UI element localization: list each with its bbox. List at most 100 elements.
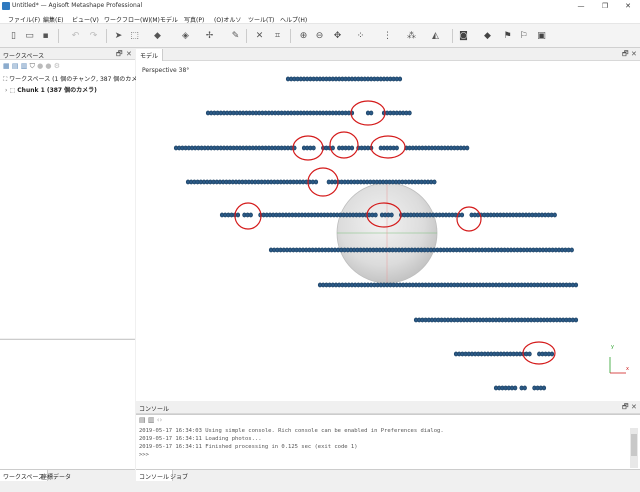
shape-draw-icon[interactable]: ◆: [152, 31, 163, 42]
camera-marker[interactable]: [330, 145, 335, 151]
scrollbar-thumb[interactable]: [631, 434, 637, 456]
camera-marker[interactable]: [369, 110, 374, 116]
console-title: コンソール: [139, 406, 170, 413]
menu-help[interactable]: ヘルプ(H): [280, 15, 307, 24]
save-log-icon[interactable]: ▤: [139, 416, 146, 424]
title-bar: Untitled* — Agisoft Metashape Profession…: [0, 0, 640, 12]
console-scrollbar[interactable]: [630, 428, 638, 468]
menu-bar: ファイル(F) 編集(E) ビュー(V) ワークフロー(W) (M)モデル 写真…: [0, 12, 640, 24]
camera-marker[interactable]: [522, 385, 527, 391]
cameras-toggle-icon[interactable]: ⁘: [355, 31, 366, 42]
image-icon[interactable]: ▣: [536, 31, 547, 42]
rectangle-selection-icon[interactable]: ⬚: [129, 31, 140, 42]
menu-photo[interactable]: 写真(P): [184, 15, 204, 24]
camera-marker[interactable]: [311, 145, 316, 151]
open-icon[interactable]: ▭: [24, 31, 35, 42]
tab-reference[interactable]: 座標データ: [41, 472, 71, 481]
camera-marker[interactable]: [573, 317, 579, 323]
zoom-in-icon[interactable]: ⊕: [298, 31, 309, 42]
run-script-icon[interactable]: ‹›: [157, 416, 163, 424]
camera-marker[interactable]: [248, 212, 253, 218]
zoom-out-icon[interactable]: ⊖: [314, 31, 325, 42]
camera-marker[interactable]: [397, 76, 403, 82]
chunk-item[interactable]: › ⬚ Chunk 1 (387 個のカメラ): [5, 85, 97, 94]
model-viewport[interactable]: Perspective 38° y x: [136, 61, 640, 401]
axis-x-label: x: [626, 366, 629, 372]
move-icon[interactable]: ✥: [332, 31, 343, 42]
minimize-button[interactable]: —: [570, 0, 592, 12]
camera-marker[interactable]: [569, 247, 574, 253]
window-title: Untitled* — Agisoft Metashape Profession…: [12, 2, 143, 9]
console-prompt[interactable]: >>>: [139, 452, 149, 458]
menu-workflow[interactable]: ワークフロー(W): [104, 15, 151, 24]
workspace-root-item[interactable]: ⛶ ワークスペース (1 個のチャンク, 387 個のカメラ): [3, 74, 146, 84]
axis-gizmo: [609, 357, 626, 374]
ruler-icon[interactable]: ✢: [204, 31, 215, 42]
camera-marker[interactable]: [235, 212, 241, 218]
camera-marker[interactable]: [389, 212, 394, 218]
maximize-button[interactable]: ❐: [594, 0, 616, 12]
chunk-icon: ⬚: [9, 87, 16, 94]
pencil-icon[interactable]: ✎: [230, 31, 241, 42]
camera-marker[interactable]: [573, 282, 579, 288]
delete-selection-icon[interactable]: ✕: [254, 31, 265, 42]
menu-tools[interactable]: ツール(T): [248, 15, 274, 24]
camera-marker[interactable]: [313, 179, 319, 185]
navigation-cursor-icon[interactable]: ➤: [113, 31, 124, 42]
dense-cloud-icon[interactable]: ⁂: [406, 31, 417, 42]
redo-icon[interactable]: ↷: [88, 31, 99, 42]
add-photos-icon[interactable]: ▤: [12, 62, 19, 70]
camera-marker[interactable]: [407, 110, 412, 116]
float-pane-icon[interactable]: 🗗: [622, 50, 629, 61]
camera-marker[interactable]: [527, 351, 532, 357]
camera-marker[interactable]: [465, 145, 470, 151]
enable-icon[interactable]: ●: [37, 62, 43, 70]
points-icon[interactable]: ⋮: [382, 31, 393, 42]
camera-marker[interactable]: [373, 212, 378, 218]
menu-edit[interactable]: 編集(E): [43, 15, 63, 24]
marker-icon[interactable]: ⚐: [518, 31, 529, 42]
menu-ortho[interactable]: (O)オルソ: [214, 15, 241, 24]
undo-icon[interactable]: ↶: [70, 31, 81, 42]
toolbar-separator: [246, 29, 247, 43]
camera-marker[interactable]: [349, 145, 355, 151]
workspace-root-label: ワークスペース (1 個のチャンク, 387 個のカメラ): [9, 76, 146, 83]
remove-icon[interactable]: ▥: [21, 62, 28, 70]
crop-icon[interactable]: ⌗: [272, 31, 283, 42]
close-pane-icon[interactable]: ✕: [126, 50, 132, 58]
camera-icon[interactable]: ◙: [458, 31, 469, 42]
menu-model[interactable]: (M)モデル: [150, 15, 178, 24]
camera-marker[interactable]: [394, 145, 399, 151]
camera-marker[interactable]: [459, 212, 465, 218]
camera-marker[interactable]: [513, 385, 518, 391]
clear-log-icon[interactable]: ▥: [148, 416, 155, 424]
close-pane-icon[interactable]: ✕: [631, 50, 637, 58]
new-icon[interactable]: ▯: [8, 31, 19, 42]
console-pane: ▤ ▥ ‹› 2019-05-17 16:34:03 Using simple …: [136, 414, 640, 469]
toolbar-separator: [452, 29, 453, 43]
paint-icon[interactable]: ◈: [180, 31, 191, 42]
settings-icon[interactable]: ⚙: [54, 62, 60, 70]
camera-marker[interactable]: [552, 212, 557, 218]
float-pane-icon[interactable]: 🗗: [622, 403, 629, 414]
mesh-icon[interactable]: ◭: [430, 31, 441, 42]
camera-marker[interactable]: [549, 351, 555, 357]
save-icon[interactable]: ▪: [40, 31, 51, 42]
tab-console[interactable]: コンソール: [136, 470, 174, 481]
tab-model[interactable]: モデル: [136, 49, 164, 61]
model-shaded-icon[interactable]: ◆: [482, 31, 493, 42]
tab-jobs[interactable]: ジョブ: [170, 472, 188, 481]
flag-icon[interactable]: ⚑: [502, 31, 513, 42]
console-line: 2019-05-17 16:34:03 Using simple console…: [139, 428, 444, 434]
camera-marker[interactable]: [541, 385, 547, 391]
toolbar: ▯ ▭ ▪ ↶ ↷ ➤ ⬚ ◆ ◈ ✢ ✎ ✕ ⌗ ⊕ ⊖ ✥ ⁘ ⋮ ⁂ ◭ …: [0, 24, 640, 48]
filter-icon[interactable]: ⛉: [30, 62, 35, 70]
close-button[interactable]: ✕: [617, 0, 639, 12]
menu-file[interactable]: ファイル(F): [8, 15, 40, 24]
close-pane-icon[interactable]: ✕: [631, 403, 637, 411]
expand-arrow-icon[interactable]: ›: [5, 87, 7, 94]
camera-marker[interactable]: [432, 179, 437, 185]
menu-view[interactable]: ビュー(V): [72, 15, 99, 24]
add-chunk-icon[interactable]: ▦: [3, 62, 10, 70]
disable-icon[interactable]: ●: [45, 62, 51, 70]
